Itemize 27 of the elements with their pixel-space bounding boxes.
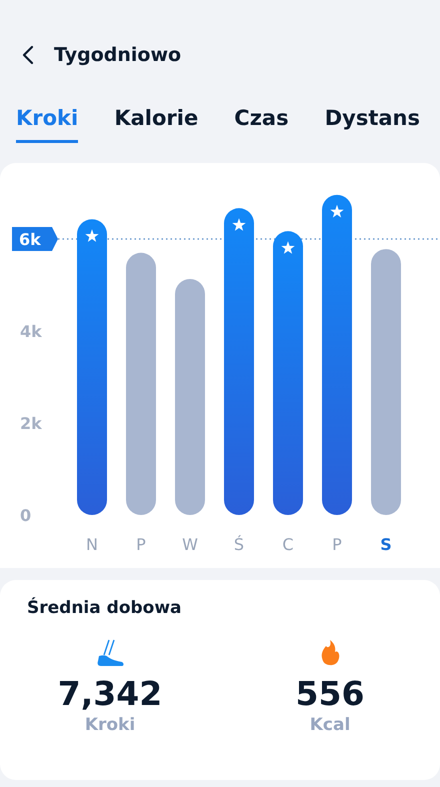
star-icon: [281, 241, 295, 254]
ref-line-label: 6k: [19, 230, 42, 249]
stat-unit: Kcal: [310, 715, 350, 735]
tab[interactable]: Czas: [234, 106, 289, 143]
axis-label: P: [332, 535, 342, 553]
axis-label: 2k: [20, 414, 42, 433]
star-icon: [330, 204, 344, 218]
axis-label: C: [282, 535, 294, 553]
tab[interactable]: Kroki: [16, 106, 78, 143]
axis-label: 4k: [20, 322, 42, 341]
tab[interactable]: Kalorie: [114, 106, 198, 143]
axis-label: S: [380, 535, 392, 553]
axis-label: P: [136, 535, 146, 553]
goal-badge: 6k: [12, 227, 58, 251]
axis-label: N: [86, 535, 98, 553]
page-title: Tygodniowo: [54, 44, 182, 66]
stat-value: 7,342: [58, 674, 162, 713]
section-title: Średnia dobowa: [26, 598, 183, 618]
tab[interactable]: Dystans: [324, 106, 420, 143]
axis-label: W: [182, 535, 198, 553]
star-icon: [85, 229, 99, 242]
stat-unit: Kroki: [84, 715, 136, 735]
axis-label: 0: [20, 506, 32, 525]
stat-value: 556: [296, 674, 364, 713]
star-icon: [232, 218, 246, 231]
axis-label: Ś: [234, 535, 244, 553]
back-icon[interactable]: [22, 45, 34, 65]
